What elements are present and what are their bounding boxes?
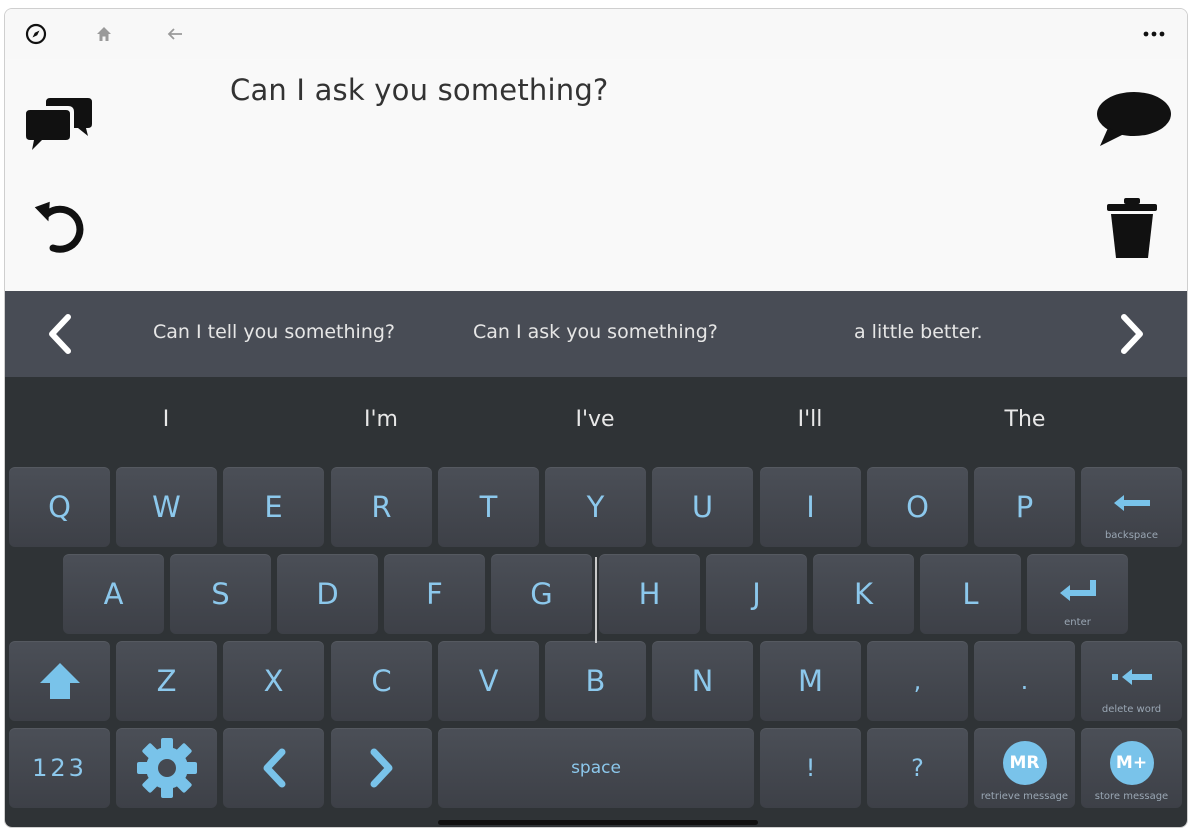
trash-icon[interactable] [1103,195,1161,261]
word-prediction[interactable]: I've [575,407,614,432]
key-x[interactable]: X [223,641,324,721]
key-exclamation[interactable]: ! [760,728,861,808]
message-area[interactable]: Can I ask you something? [5,59,1187,291]
top-bar [5,9,1187,59]
back-arrow-icon[interactable] [162,21,188,47]
undo-icon[interactable] [29,195,93,257]
word-prediction[interactable]: I [163,407,170,432]
key-r[interactable]: R [331,467,432,547]
key-b[interactable]: B [545,641,646,721]
cursor-right-key[interactable] [331,728,432,808]
key-u[interactable]: U [652,467,753,547]
delete-word-key[interactable]: delete word [1081,641,1182,721]
key-q[interactable]: Q [9,467,110,547]
key-n[interactable]: N [652,641,753,721]
home-indicator [438,820,758,825]
compass-icon[interactable] [23,21,49,47]
keyboard: Q W E R T Y U I O P backspace A S D F G … [5,465,1187,827]
delete-word-icon [1110,667,1154,687]
enter-key[interactable]: enter [1027,554,1128,634]
backspace-label: backspace [1104,530,1159,541]
shift-key[interactable] [9,641,110,721]
gear-icon [136,738,197,798]
key-s[interactable]: S [170,554,271,634]
key-c[interactable]: C [331,641,432,721]
key-l[interactable]: L [920,554,1021,634]
key-question[interactable]: ? [867,728,968,808]
phrase-suggestion[interactable]: Can I tell you something? [153,321,395,343]
delete-word-label: delete word [1101,704,1162,715]
text-cursor [595,557,597,643]
key-o[interactable]: O [867,467,968,547]
phrase-suggestion-bar: Can I tell you something? Can I ask you … [5,291,1187,377]
backspace-icon [1112,493,1152,513]
app-window: Can I ask you something? Can I tell you … [4,8,1188,828]
word-prediction[interactable]: I'll [798,407,823,432]
numbers-key[interactable]: 123 [9,728,110,808]
key-j[interactable]: J [706,554,807,634]
key-d[interactable]: D [277,554,378,634]
word-prediction[interactable]: The [1005,407,1046,432]
key-w[interactable]: W [116,467,217,547]
store-message-badge: M+ [1109,741,1154,785]
retrieve-message-button[interactable]: MR retrieve message [974,728,1075,808]
key-i[interactable]: I [760,467,861,547]
phrases-next-button[interactable] [1113,309,1153,359]
key-z[interactable]: Z [116,641,217,721]
cursor-left-key[interactable] [223,728,324,808]
more-icon[interactable] [1141,21,1167,47]
key-period[interactable]: . [974,641,1075,721]
backspace-key[interactable]: backspace [1081,467,1182,547]
retrieve-message-badge: MR [1002,741,1047,785]
key-a[interactable]: A [63,554,164,634]
phrase-suggestion[interactable]: a little better. [854,321,983,343]
retrieve-message-label: retrieve message [980,791,1069,802]
message-text[interactable]: Can I ask you something? [230,73,609,107]
speech-bubble-icon[interactable] [1093,89,1173,149]
key-y[interactable]: Y [545,467,646,547]
chevron-right-icon [370,748,392,788]
key-v[interactable]: V [438,641,539,721]
enter-icon [1058,578,1098,602]
store-message-button[interactable]: M+ store message [1081,728,1182,808]
key-p[interactable]: P [974,467,1075,547]
word-prediction[interactable]: I'm [364,407,398,432]
key-comma[interactable]: , [867,641,968,721]
phrases-previous-button[interactable] [39,309,79,359]
key-t[interactable]: T [438,467,539,547]
settings-key[interactable] [116,728,217,808]
shift-arrow-icon [39,663,80,699]
key-e[interactable]: E [223,467,324,547]
word-prediction-bar: I I'm I've I'll The [5,377,1187,465]
key-m[interactable]: M [760,641,861,721]
key-k[interactable]: K [813,554,914,634]
key-h[interactable]: H [599,554,700,634]
space-key[interactable]: space [438,728,754,808]
key-g[interactable]: G [491,554,592,634]
enter-label: enter [1064,617,1091,628]
store-message-label: store message [1094,791,1169,802]
home-icon[interactable] [91,21,117,47]
phrase-suggestion[interactable]: Can I ask you something? [473,321,718,343]
chevron-left-icon [263,748,285,788]
key-f[interactable]: F [384,554,485,634]
chat-bubbles-icon[interactable] [25,95,95,153]
